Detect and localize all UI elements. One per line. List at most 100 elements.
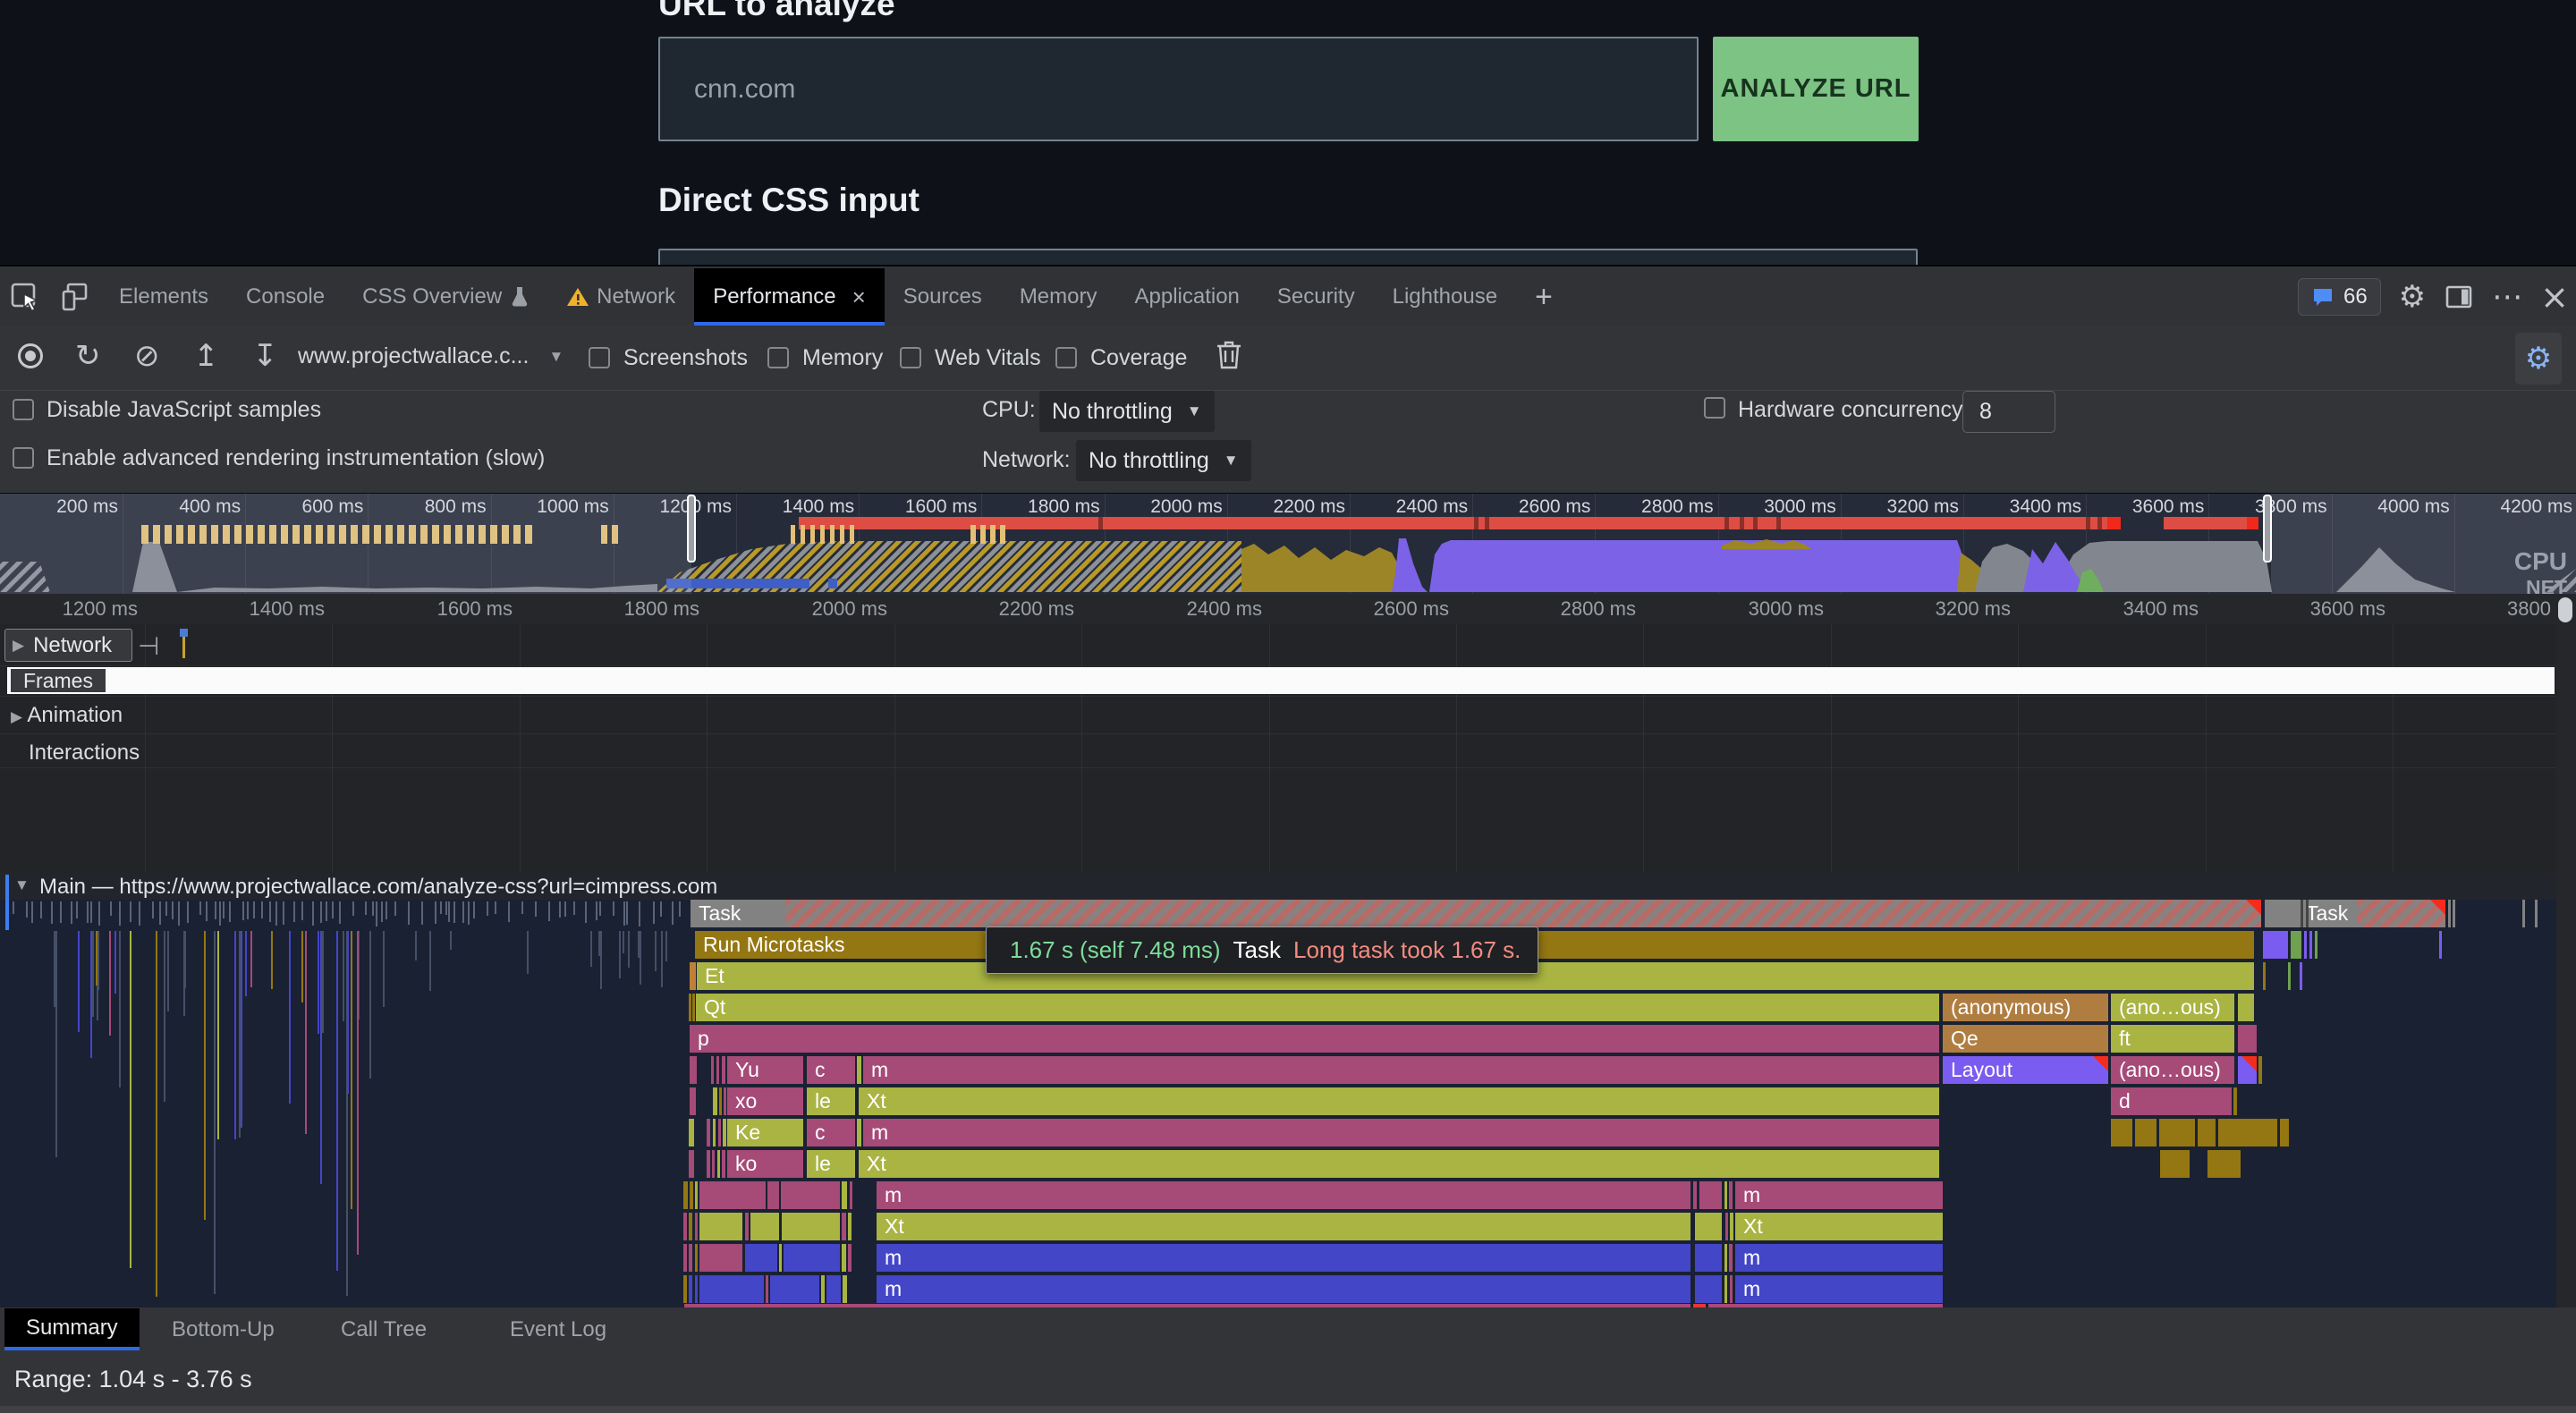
- disable-js-samples-checkbox[interactable]: [13, 399, 34, 420]
- page-select[interactable]: www.projectwallace.c... ▼: [298, 343, 564, 369]
- screenshots-checkbox[interactable]: [589, 347, 610, 368]
- flame-bar[interactable]: [1693, 1304, 1706, 1307]
- flame-bar[interactable]: [689, 1150, 694, 1178]
- flame-bar--ano-ous-[interactable]: (ano…ous): [2111, 994, 2234, 1021]
- flame-bar-ft[interactable]: ft: [2111, 1025, 2234, 1053]
- tab-memory[interactable]: Memory: [1001, 268, 1116, 326]
- flame-bar[interactable]: [2111, 1119, 2132, 1146]
- flame-bar[interactable]: [2453, 900, 2455, 927]
- flame-bar[interactable]: [2263, 931, 2288, 959]
- load-profile-icon[interactable]: ↥: [193, 338, 219, 374]
- flame-bar[interactable]: [711, 1056, 714, 1084]
- cpu-throttling-select[interactable]: No throttling▼: [1039, 391, 1215, 432]
- flame-bar[interactable]: [2238, 1056, 2257, 1084]
- flame-bar[interactable]: [2300, 962, 2302, 990]
- flame-bar[interactable]: [770, 1275, 819, 1303]
- flame-bar[interactable]: [745, 1244, 777, 1272]
- flame-bar[interactable]: [699, 1244, 742, 1272]
- tab-performance[interactable]: Performance×: [694, 268, 885, 326]
- flame-bar[interactable]: [781, 1181, 840, 1209]
- flame-bar[interactable]: [767, 1181, 779, 1209]
- flame-bar[interactable]: [842, 1181, 847, 1209]
- flame-bar[interactable]: [689, 1119, 694, 1146]
- flame-bar[interactable]: [2535, 900, 2538, 927]
- flame-bar[interactable]: [1730, 1213, 1733, 1240]
- tab-application[interactable]: Application: [1115, 268, 1258, 326]
- flame-bar[interactable]: [683, 1181, 688, 1209]
- web-vitals-checkbox[interactable]: [900, 347, 921, 368]
- flame-bar[interactable]: [713, 1119, 716, 1146]
- frames-strip[interactable]: [7, 667, 2555, 694]
- flame-bar-m[interactable]: m: [1735, 1244, 1943, 1272]
- flame-bar-m[interactable]: m: [1735, 1275, 1943, 1303]
- flame-bar[interactable]: [750, 1213, 779, 1240]
- flame-bar[interactable]: [2306, 900, 2309, 927]
- clear-icon[interactable]: ⊘: [134, 338, 160, 374]
- flame-bar[interactable]: [690, 1181, 693, 1209]
- collapse-arrow-icon[interactable]: ▼: [14, 876, 30, 894]
- flame-bar--anonymous-[interactable]: (anonymous): [1943, 994, 2108, 1021]
- details-tab-summary[interactable]: Summary: [4, 1308, 140, 1350]
- flame-bar[interactable]: [2263, 962, 2266, 990]
- flame-bar[interactable]: [718, 1119, 721, 1146]
- flame-bar[interactable]: [713, 1087, 717, 1115]
- flame-bar[interactable]: [2309, 931, 2312, 959]
- flame-bar[interactable]: [1699, 1181, 1722, 1209]
- flame-bar[interactable]: [689, 1244, 692, 1272]
- flame-bar[interactable]: [2288, 962, 2291, 990]
- analyze-url-button[interactable]: ANALYZE URL: [1713, 37, 1919, 141]
- device-toolbar-icon[interactable]: [50, 268, 100, 326]
- flame-bar-m[interactable]: m: [877, 1275, 1690, 1303]
- flame-bar[interactable]: [683, 1213, 687, 1240]
- main-thread-header[interactable]: ▼ Main — https://www.projectwallace.com/…: [0, 873, 2576, 900]
- flame-bar[interactable]: [1695, 1275, 1722, 1303]
- flame-bar[interactable]: [695, 1275, 698, 1303]
- flame-bar[interactable]: [699, 1181, 766, 1209]
- flame-bar[interactable]: [2238, 994, 2254, 1021]
- flame-bar[interactable]: [690, 1087, 696, 1115]
- flame-bar[interactable]: [850, 1181, 852, 1209]
- flame-bar[interactable]: [695, 1181, 698, 1209]
- flame-bar[interactable]: [2439, 931, 2442, 959]
- advanced-rendering-checkbox[interactable]: [13, 447, 34, 469]
- flame-bar[interactable]: [2522, 900, 2525, 927]
- trash-icon[interactable]: [1216, 338, 1242, 370]
- flame-bar-c[interactable]: c: [807, 1119, 855, 1146]
- network-request-marker[interactable]: [180, 629, 188, 637]
- flame-bar-le[interactable]: le: [807, 1087, 855, 1115]
- flame-bar[interactable]: [690, 962, 696, 990]
- record-icon[interactable]: [18, 343, 43, 368]
- scrollbar-thumb[interactable]: [2558, 597, 2572, 622]
- close-devtools-icon[interactable]: ×: [2540, 277, 2569, 317]
- flame-bar[interactable]: [2233, 1087, 2237, 1115]
- flame-bar-xt[interactable]: Xt: [859, 1087, 1939, 1115]
- flame-bar[interactable]: [2238, 1025, 2257, 1053]
- flame-bar[interactable]: [779, 1244, 782, 1272]
- flame-bar-xo[interactable]: xo: [727, 1087, 803, 1115]
- flame-bar[interactable]: [2198, 1119, 2216, 1146]
- flame-bar-m[interactable]: m: [863, 1056, 1939, 1084]
- flame-bar[interactable]: [2135, 1119, 2157, 1146]
- flame-bar[interactable]: [2291, 931, 2301, 959]
- flame-bar[interactable]: [2258, 1056, 2262, 1084]
- flame-bar-m[interactable]: m: [877, 1244, 1690, 1272]
- flame-bar-m[interactable]: m: [1735, 1181, 1943, 1209]
- details-tab-bottom-up[interactable]: Bottom-Up: [150, 1308, 296, 1350]
- flame-bar[interactable]: [717, 1150, 720, 1178]
- flame-bar[interactable]: [695, 1213, 698, 1240]
- tab-elements[interactable]: Elements: [100, 268, 227, 326]
- flame-bar[interactable]: [857, 1119, 861, 1146]
- track-interactions-header[interactable]: Interactions: [29, 740, 140, 766]
- issues-badge[interactable]: 66: [2298, 278, 2381, 316]
- tab-sources[interactable]: Sources: [885, 268, 1001, 326]
- network-collapse-icon[interactable]: ⊣: [138, 631, 159, 661]
- flame-bar-qt[interactable]: Qt: [696, 994, 1939, 1021]
- flame-bar-c[interactable]: c: [807, 1056, 855, 1084]
- hardware-concurrency-checkbox[interactable]: [1704, 397, 1725, 419]
- flame-bar[interactable]: [2218, 1119, 2277, 1146]
- flame-bar[interactable]: [723, 1119, 726, 1146]
- new-tab-button[interactable]: +: [1516, 268, 1572, 326]
- flame-bar[interactable]: [766, 1275, 768, 1303]
- flame-bar[interactable]: [1724, 1275, 1727, 1303]
- more-options-icon[interactable]: ⋯: [2492, 279, 2522, 315]
